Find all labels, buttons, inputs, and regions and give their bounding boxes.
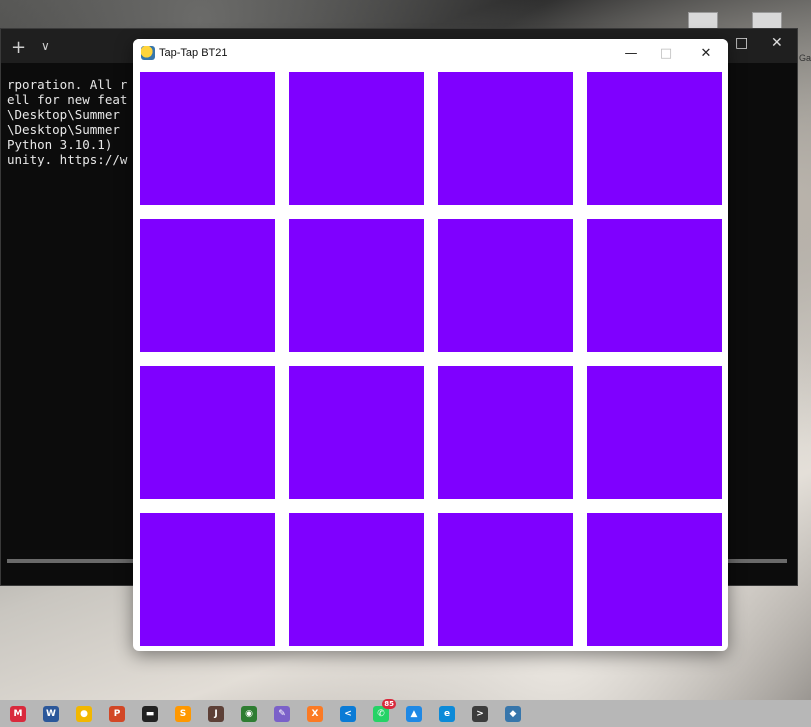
- python-icon-glyph: ◆: [509, 708, 517, 719]
- desktop-edge-label: Ga: [798, 53, 811, 63]
- minimize-button[interactable]: —: [620, 43, 642, 65]
- terminal-line: \Desktop\Summer: [7, 107, 120, 122]
- powerpoint-icon-glyph: P: [113, 708, 121, 719]
- edge-icon-glyph: e: [443, 708, 451, 719]
- sublime-icon-glyph: S: [179, 708, 187, 719]
- terminal-line: unity. https://w: [7, 152, 128, 167]
- window-title: Tap-Tap BT21: [159, 47, 228, 59]
- cmd-icon[interactable]: >: [472, 705, 488, 722]
- photos-icon[interactable]: ▲: [406, 705, 422, 722]
- tile-r4-c2[interactable]: [289, 513, 424, 646]
- edge-icon[interactable]: e: [439, 705, 455, 722]
- tile-r3-c1[interactable]: [140, 366, 275, 499]
- tile-r3-c2[interactable]: [289, 366, 424, 499]
- new-tab-icon[interactable]: +: [11, 37, 26, 58]
- xampp-icon[interactable]: X: [307, 705, 323, 722]
- terminal-output: rporation. All r ell for new feat \Desktop…: [7, 77, 127, 167]
- vscode-icon[interactable]: <: [340, 705, 356, 722]
- terminal-line: rporation. All r: [7, 77, 128, 92]
- tile-grid: [140, 72, 722, 646]
- tile-r2-c3[interactable]: [438, 219, 573, 352]
- terminal-icon-glyph: ▬: [145, 708, 155, 719]
- tile-r1-c1[interactable]: [140, 72, 275, 205]
- terminal-maximize-button[interactable]: □: [735, 35, 748, 51]
- chevron-down-icon[interactable]: ∨: [41, 39, 50, 53]
- terminal-icon[interactable]: ▬: [142, 705, 158, 722]
- green-app-icon[interactable]: ◉: [241, 705, 257, 722]
- taskbar: M W ● P ▬ S J ◉ ✎ X < ✆ 85 ▲ e > ◆: [0, 698, 811, 727]
- maximize-button[interactable]: □: [655, 43, 677, 65]
- paint-icon[interactable]: ✎: [274, 705, 290, 722]
- terminal-line: \Desktop\Summer: [7, 122, 120, 137]
- powerpoint-icon[interactable]: P: [109, 705, 125, 722]
- tile-r3-c3[interactable]: [438, 366, 573, 499]
- whatsapp-icon-glyph: ✆: [377, 708, 385, 719]
- terminal-close-button[interactable]: ✕: [771, 35, 783, 51]
- mcafee-icon[interactable]: M: [10, 705, 26, 722]
- tile-r2-c1[interactable]: [140, 219, 275, 352]
- cmd-icon-glyph: >: [476, 708, 484, 719]
- java-icon-glyph: J: [214, 708, 218, 719]
- xampp-icon-glyph: X: [311, 708, 319, 719]
- green-app-icon-glyph: ◉: [245, 708, 253, 719]
- tile-r3-c4[interactable]: [587, 366, 722, 499]
- game-window[interactable]: Tap-Tap BT21 — □ ✕: [133, 39, 728, 651]
- vscode-icon-glyph: <: [344, 708, 352, 719]
- tile-r2-c2[interactable]: [289, 219, 424, 352]
- tile-r1-c3[interactable]: [438, 72, 573, 205]
- sublime-icon[interactable]: S: [175, 705, 191, 722]
- python-icon[interactable]: ◆: [505, 705, 521, 722]
- tile-r4-c1[interactable]: [140, 513, 275, 646]
- tile-r4-c4[interactable]: [587, 513, 722, 646]
- terminal-line: ell for new feat: [7, 92, 128, 107]
- notification-badge: 85: [382, 698, 396, 709]
- chrome-icon[interactable]: ●: [76, 705, 92, 722]
- paint-icon-glyph: ✎: [278, 708, 286, 719]
- tile-r2-c4[interactable]: [587, 219, 722, 352]
- terminal-line: Python 3.10.1): [7, 137, 113, 152]
- mcafee-icon-glyph: M: [13, 708, 23, 719]
- whatsapp-icon[interactable]: ✆ 85: [373, 698, 396, 722]
- game-titlebar[interactable]: Tap-Tap BT21 — □ ✕: [133, 39, 728, 69]
- tile-r1-c2[interactable]: [289, 72, 424, 205]
- photos-icon-glyph: ▲: [410, 708, 418, 719]
- word-icon-glyph: W: [46, 708, 56, 719]
- java-icon[interactable]: J: [208, 705, 224, 722]
- tile-r4-c3[interactable]: [438, 513, 573, 646]
- tile-r1-c4[interactable]: [587, 72, 722, 205]
- close-button[interactable]: ✕: [695, 43, 717, 65]
- python-app-icon: [141, 46, 155, 60]
- word-icon[interactable]: W: [43, 705, 59, 722]
- chrome-icon-glyph: ●: [80, 708, 88, 719]
